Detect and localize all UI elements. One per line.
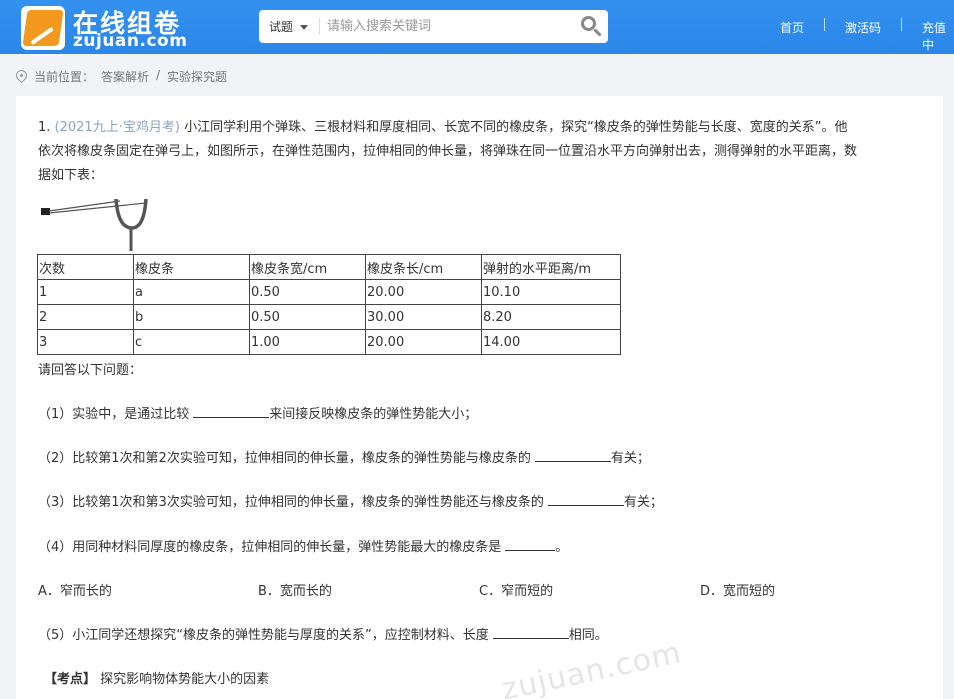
slingshot-figure [41,198,148,251]
sub-question-text: 有关； [610,451,650,466]
table-cell: 8.20 [481,304,621,330]
knowledge-point: 【考点】 探究影响物体势能大小的因素 [44,668,269,687]
location-pin-icon [13,67,30,84]
option-c[interactable]: C．窄而短的 [479,580,553,599]
table-header-row: 次数 橡皮条 橡皮条宽/cm 橡皮条长/cm 弹射的水平距离/m [37,254,621,280]
nav-recharge[interactable]: 充值中 [922,19,954,53]
sub-question-text: 。 [555,540,569,555]
stem-line-3: 据如下表： [38,168,104,183]
table-header: 橡皮条宽/cm [249,254,366,280]
sub-question-text: （3）比较第1次和第3次实验可知，拉伸相同的伸长量，橡皮条的弹性势能还与橡皮条的 [38,495,544,510]
breadcrumb-prefix: 当前位置： [34,70,95,84]
sub-question-text: 有关； [623,495,663,510]
table-cell: 10.10 [481,279,621,305]
sub-question-text: 相同。 [568,628,608,643]
table-cell: a [133,279,250,305]
breadcrumb-item-answers[interactable]: 答案解析 [101,68,149,85]
knowledge-point-text[interactable]: 探究影响物体势能大小的因素 [100,672,269,687]
table-cell: 14.00 [481,329,621,355]
answer-prompt: 请回答以下问题： [38,363,143,378]
answer-blank[interactable] [547,492,624,506]
question-source[interactable]: (2021九上·宝鸡月考) [55,120,180,135]
table-header: 橡皮条 [133,254,250,280]
answer-blank[interactable] [505,537,556,551]
option-d[interactable]: D．宽而短的 [700,580,775,599]
table-cell: 3 [37,329,134,355]
answer-blank[interactable] [492,625,569,639]
option-a[interactable]: A．窄而长的 [38,580,112,599]
table-header: 次数 [37,254,134,280]
search-bar: 试题 [259,10,608,43]
table-row: 3 c 1.00 20.00 14.00 [37,329,621,355]
search-divider [319,18,320,35]
answer-blank[interactable] [534,448,611,462]
sub-question-text: （2）比较第1次和第2次实验可知，拉伸相同的伸长量，橡皮条的弹性势能与橡皮条的 [38,451,531,466]
search-icon[interactable] [577,13,605,41]
site-logo[interactable]: 在线组卷 zujuan.com [21,4,201,51]
sub-question-4: （4）用同种材料同厚度的橡皮条，拉伸相同的伸长量，弹性势能最大的橡皮条是 。 [38,536,568,555]
question-stem: 1. (2021九上·宝鸡月考) 小江同学利用个弹珠、三根材料和厚度相同、长宽不… [38,116,918,188]
top-header: 在线组卷 zujuan.com 试题 首页 激活码 充值中 [0,0,954,54]
logo-icon [21,6,65,50]
sub-question-text: （4）用同种材料同厚度的橡皮条，拉伸相同的伸长量，弹性势能最大的橡皮条是 [38,540,502,555]
breadcrumb-separator: / [156,68,161,82]
sub-question-text: 来间接反映橡皮条的弹性势能大小； [269,407,478,422]
logo-subtitle: zujuan.com [73,31,188,51]
table-header: 橡皮条长/cm [365,254,482,280]
sub-question-text: （5）小江同学还想探究“橡皮条的弹性势能与厚度的关系”，应控制材料、长度 [38,628,489,643]
table-cell: b [133,304,250,330]
nav-divider [901,18,902,31]
nav-home[interactable]: 首页 [780,19,804,36]
table-cell: 30.00 [365,304,482,330]
table-cell: 1 [37,279,134,305]
nav-divider [824,18,825,31]
option-b[interactable]: B．宽而长的 [258,580,332,599]
nav-activation-code[interactable]: 激活码 [845,19,881,36]
sub-question-text: （1）实验中，是通过比较 [38,407,190,422]
table-cell: 0.50 [249,304,366,330]
table-cell: 20.00 [365,279,482,305]
breadcrumb-item-current: 实验探究题 [167,70,228,84]
table-cell: 0.50 [249,279,366,305]
sub-question-5: （5）小江同学还想探究“橡皮条的弹性势能与厚度的关系”，应控制材料、长度 相同。 [38,624,608,643]
table-cell: 2 [37,304,134,330]
table-cell: 20.00 [365,329,482,355]
search-type-select[interactable]: 试题 [269,18,293,35]
data-table: 次数 橡皮条 橡皮条宽/cm 橡皮条长/cm 弹射的水平距离/m 1 a 0.5… [37,254,621,355]
table-row: 1 a 0.50 20.00 10.10 [37,279,621,305]
chevron-down-icon[interactable] [300,25,308,30]
table-cell: 1.00 [249,329,366,355]
sub-question-1: （1）实验中，是通过比较 来间接反映橡皮条的弹性势能大小； [38,403,477,422]
sub-question-3: （3）比较第1次和第3次实验可知，拉伸相同的伸长量，橡皮条的弹性势能还与橡皮条的… [38,491,663,510]
stem-line-2: 依次将橡皮条固定在弹弓上，如图所示，在弹性范围内，拉伸相同的伸长量，将弹珠在同一… [38,144,858,159]
sub-question-2: （2）比较第1次和第2次实验可知，拉伸相同的伸长量，橡皮条的弹性势能与橡皮条的 有… [38,447,650,466]
table-row: 2 b 0.50 30.00 8.20 [37,304,621,330]
question-number: 1. [38,120,51,135]
answer-blank[interactable] [193,404,270,418]
knowledge-point-label: 【考点】 [44,672,97,687]
table-cell: c [133,329,250,355]
stem-line-1: 小江同学利用个弹珠、三根材料和厚度相同、长宽不同的橡皮条，探究“橡皮条的弹性势能… [184,120,848,135]
table-header: 弹射的水平距离/m [481,254,621,280]
search-input[interactable] [327,15,567,38]
